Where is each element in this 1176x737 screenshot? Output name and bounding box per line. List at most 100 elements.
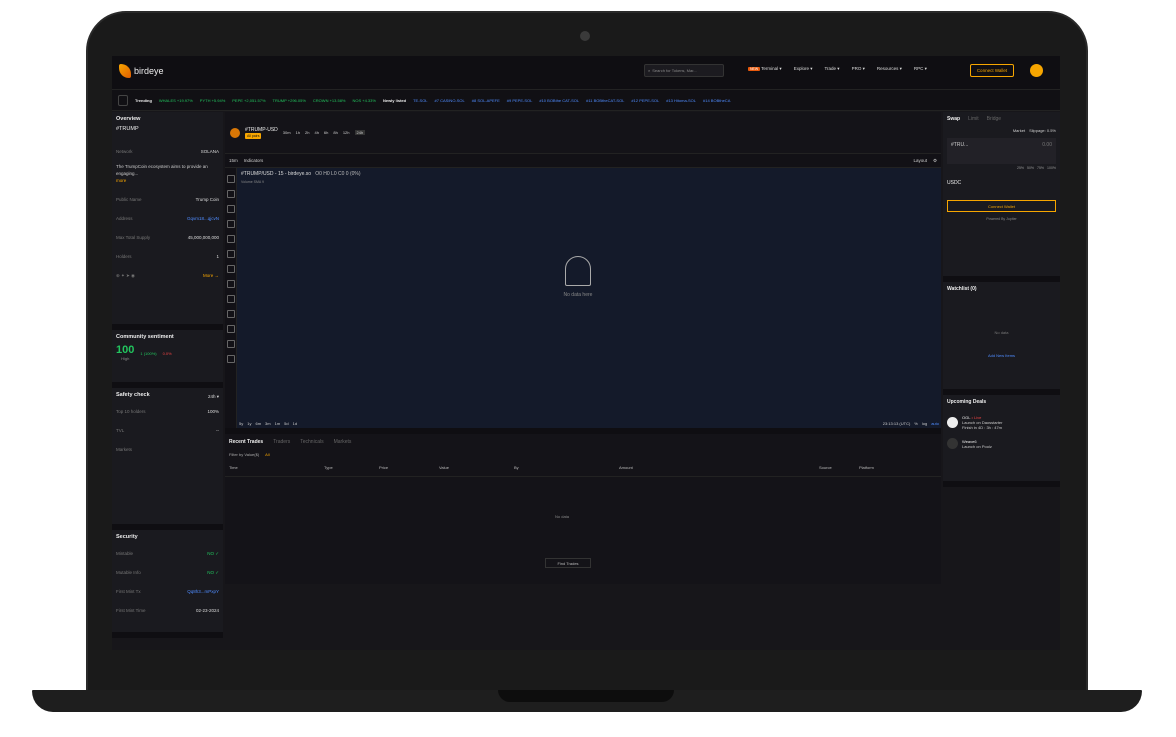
tf-tab[interactable]: 1h bbox=[296, 130, 300, 135]
pct-button[interactable]: 75% bbox=[1037, 166, 1044, 170]
listed-item[interactable]: #8 SOL-APEFE bbox=[472, 98, 500, 103]
filter-all-radio[interactable]: All bbox=[265, 452, 269, 457]
ticker-item[interactable]: NOS +4.33% bbox=[352, 98, 375, 103]
brush-icon[interactable] bbox=[226, 220, 235, 228]
from-token-select[interactable]: #TRU... bbox=[951, 142, 968, 160]
more-link[interactable]: more bbox=[116, 178, 126, 183]
nav-rpc[interactable]: RPC ▾ bbox=[914, 66, 927, 72]
listed-item[interactable]: TE-SOL bbox=[413, 98, 427, 103]
log-toggle[interactable]: log bbox=[922, 421, 927, 426]
col-by[interactable]: By bbox=[514, 465, 619, 470]
market-select[interactable]: Market bbox=[1013, 128, 1025, 133]
tf-tab[interactable]: 6h bbox=[324, 130, 328, 135]
brand-logo[interactable]: birdeye bbox=[119, 64, 164, 78]
ticker-item[interactable]: WHALES +19.97% bbox=[159, 98, 193, 103]
sidebar-toggle-icon[interactable] bbox=[118, 94, 128, 106]
pattern-icon[interactable] bbox=[226, 250, 235, 258]
range-button[interactable]: 1d bbox=[293, 421, 297, 426]
tf-tab[interactable]: 12h bbox=[343, 130, 350, 135]
zoom-icon[interactable] bbox=[226, 310, 235, 318]
listed-item[interactable]: #14 BOBtheCA bbox=[703, 98, 730, 103]
slippage-button[interactable]: Slippage: 0.5% bbox=[1029, 128, 1056, 133]
pct-button[interactable]: 100% bbox=[1047, 166, 1056, 170]
trendline-icon[interactable] bbox=[226, 190, 235, 198]
range-button[interactable]: 5d bbox=[284, 421, 288, 426]
tab-traders[interactable]: Traders bbox=[273, 439, 290, 445]
ticker-item[interactable]: PEPE +2,051.57% bbox=[232, 98, 265, 103]
col-amount[interactable]: Amount bbox=[619, 465, 819, 470]
nav-explore[interactable]: Explore ▾ bbox=[794, 66, 813, 72]
listed-item[interactable]: #10 BOBthe CAT-SOL bbox=[539, 98, 579, 103]
nav-trade[interactable]: Trade ▾ bbox=[824, 66, 839, 72]
tf-tab[interactable]: 8h bbox=[333, 130, 337, 135]
ticker-item[interactable]: TRUMP +296.05% bbox=[273, 98, 306, 103]
social-icons[interactable]: ⊕ ✦ ➤ ◉ bbox=[116, 273, 135, 279]
interval-select[interactable]: 15m bbox=[229, 158, 238, 163]
indicators-button[interactable]: Indicators bbox=[244, 158, 264, 163]
user-avatar[interactable] bbox=[1030, 64, 1043, 77]
listed-item[interactable]: #7 CASINO-SOL bbox=[435, 98, 465, 103]
listed-item[interactable]: #9 PEPE-SOL bbox=[507, 98, 533, 103]
pair-name[interactable]: #TRUMP-USD bbox=[245, 127, 278, 133]
add-items-link[interactable]: Add New Items bbox=[947, 353, 1056, 358]
listed-item[interactable]: #12 PEPE-SOL bbox=[631, 98, 659, 103]
range-button[interactable]: 6m bbox=[255, 421, 261, 426]
lock-icon[interactable] bbox=[226, 340, 235, 348]
nav-terminal[interactable]: NEW Terminal ▾ bbox=[748, 66, 782, 72]
tab-technicals[interactable]: Technicals bbox=[300, 439, 323, 445]
emoji-icon[interactable] bbox=[226, 280, 235, 288]
col-value[interactable]: Value bbox=[439, 465, 514, 470]
magnet-icon[interactable] bbox=[226, 325, 235, 333]
trending-label[interactable]: Trending bbox=[135, 98, 152, 103]
safety-range-select[interactable]: 24h ▾ bbox=[208, 394, 219, 400]
all-pairs-badge[interactable]: All pairs bbox=[245, 132, 262, 139]
ruler-icon[interactable] bbox=[226, 295, 235, 303]
listed-item[interactable]: #13 Hitoma-SOL bbox=[666, 98, 696, 103]
crosshair-icon[interactable] bbox=[226, 175, 235, 183]
tab-limit[interactable]: Limit bbox=[968, 116, 979, 122]
settings-icon[interactable]: ⚙ bbox=[933, 158, 937, 164]
pct-button[interactable]: 50% bbox=[1027, 166, 1034, 170]
tf-tab-selected[interactable]: 24h bbox=[354, 130, 366, 135]
to-token-select[interactable]: USDC bbox=[947, 180, 1056, 186]
price-chart[interactable]: #TRUMP/USD - 15 - birdeye.so O0 H0 L0 C0… bbox=[225, 168, 941, 428]
tf-tab[interactable]: 4h bbox=[314, 130, 318, 135]
eye-icon[interactable] bbox=[226, 355, 235, 363]
col-time[interactable]: Time bbox=[229, 465, 324, 470]
swap-connect-wallet-button[interactable]: Connect Wallet bbox=[947, 200, 1056, 212]
col-price[interactable]: Price bbox=[379, 465, 439, 470]
watchlist-title[interactable]: Watchlist (0) bbox=[947, 286, 1056, 292]
mint-tx-link[interactable]: Qq8h3...mPxpY bbox=[187, 589, 219, 594]
find-trades-button[interactable]: Find Trades bbox=[545, 558, 591, 568]
listed-item[interactable]: #11 BOBtheCAT-SOL bbox=[586, 98, 624, 103]
tf-tab[interactable]: 30m bbox=[283, 130, 291, 135]
address-link[interactable]: Gqvm18...qjcvN bbox=[187, 216, 219, 221]
percent-toggle[interactable]: % bbox=[914, 421, 918, 426]
layout-select[interactable]: Layout bbox=[913, 158, 927, 163]
fib-icon[interactable] bbox=[226, 205, 235, 213]
tab-swap[interactable]: Swap bbox=[947, 116, 960, 122]
range-button[interactable]: 1y bbox=[247, 421, 251, 426]
text-icon[interactable] bbox=[226, 235, 235, 243]
tab-bridge[interactable]: Bridge bbox=[987, 116, 1001, 122]
range-button[interactable]: 5y bbox=[239, 421, 243, 426]
more-socials-link[interactable]: More → bbox=[203, 273, 219, 278]
ticker-item[interactable]: PYTH +5.94% bbox=[200, 98, 225, 103]
measure-icon[interactable] bbox=[226, 265, 235, 273]
auto-toggle[interactable]: auto bbox=[931, 421, 939, 426]
tab-markets[interactable]: Markets bbox=[334, 439, 352, 445]
connect-wallet-button[interactable]: Connect Wallet bbox=[970, 64, 1014, 77]
deal-item[interactable]: Weave6 Launch on Poolz bbox=[947, 434, 1056, 453]
tf-tab[interactable]: 2h bbox=[305, 130, 309, 135]
range-button[interactable]: 1m bbox=[275, 421, 281, 426]
newly-listed-label[interactable]: Newly listed bbox=[383, 98, 406, 103]
range-button[interactable]: 3m bbox=[265, 421, 271, 426]
tab-recent-trades[interactable]: Recent Trades bbox=[229, 439, 263, 445]
nav-resources[interactable]: Resources ▾ bbox=[877, 66, 902, 72]
nav-pro[interactable]: PRO ▾ bbox=[852, 66, 865, 72]
pct-button[interactable]: 25% bbox=[1017, 166, 1024, 170]
from-amount-input[interactable]: 0.00 bbox=[1042, 142, 1052, 160]
search-input[interactable]: ⌕ Search for Tokens, Mar... bbox=[644, 64, 724, 77]
ticker-item[interactable]: CROWN +13.58% bbox=[313, 98, 346, 103]
deal-item[interactable]: OGL • Live Launch on Daosstarter Finish in… bbox=[947, 411, 1056, 434]
